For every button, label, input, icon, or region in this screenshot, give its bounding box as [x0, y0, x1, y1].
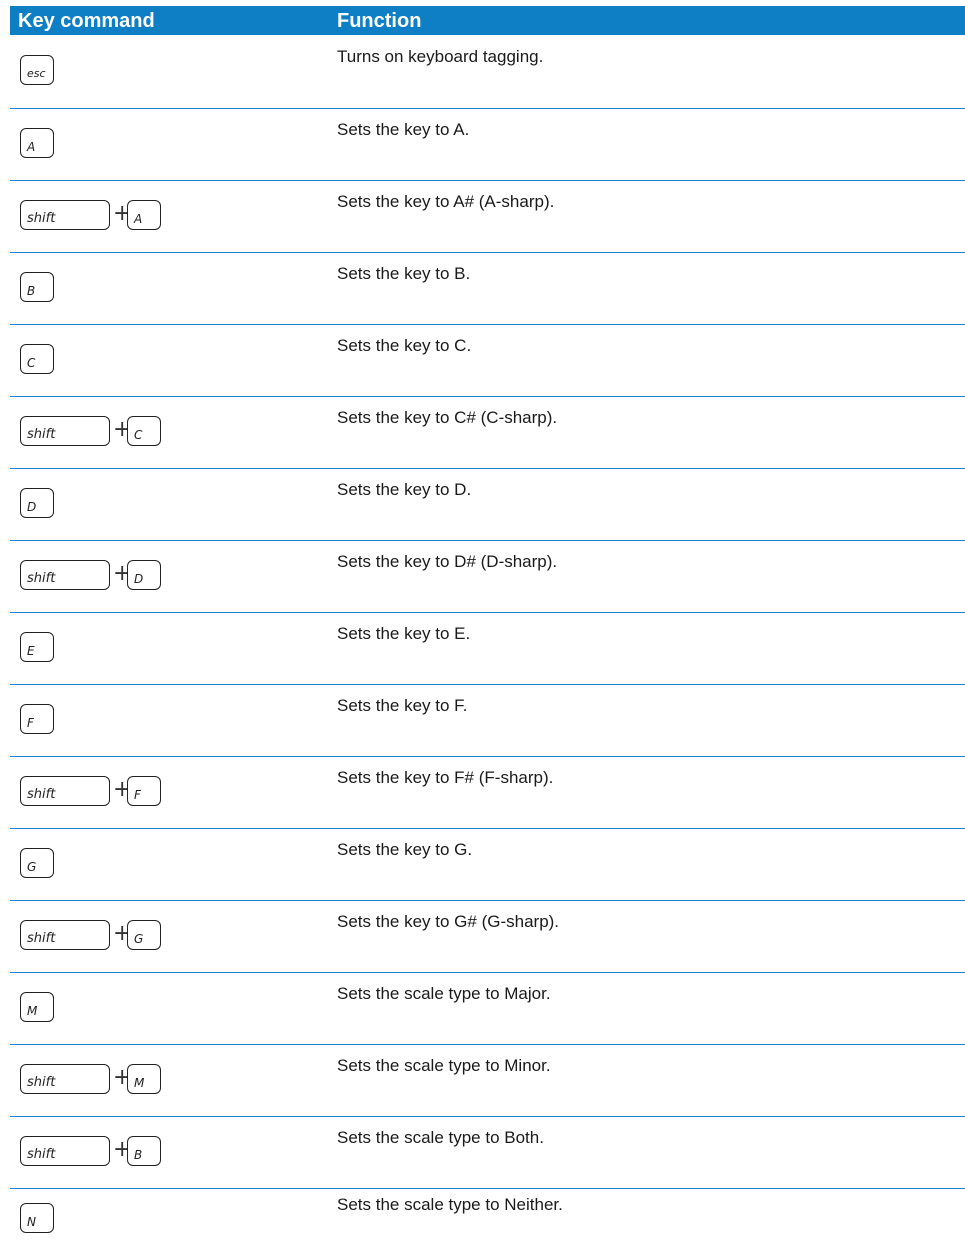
function-text: Sets the key to G# (G-sharp).: [337, 912, 560, 931]
key-label: B: [27, 284, 36, 298]
shift-key: shift: [20, 1136, 110, 1166]
a-key: A: [127, 200, 161, 230]
f-key: F: [20, 704, 54, 734]
table-row: shift + G Sets the key to G# (G-sharp).: [10, 901, 965, 972]
d-key: D: [20, 488, 54, 518]
key-label: shift: [27, 1075, 56, 1090]
function-text: Sets the scale type to Neither.: [337, 1195, 563, 1214]
function-text: Sets the scale type to Major.: [337, 984, 551, 1003]
key-label: F: [27, 716, 34, 730]
key-label: E: [27, 644, 35, 658]
c-key: C: [20, 344, 54, 374]
table-row: C Sets the key to C.: [10, 325, 965, 396]
function-text: Sets the scale type to Both.: [337, 1128, 544, 1147]
table-row: D Sets the key to D.: [10, 469, 965, 540]
table-row: shift + A Sets the key to A# (A-sharp).: [10, 181, 965, 252]
shift-key: shift: [20, 416, 110, 446]
key-label: shift: [27, 787, 56, 802]
key-label: shift: [27, 571, 56, 586]
d-key: D: [127, 560, 161, 590]
key-label: shift: [27, 1147, 56, 1162]
g-key: G: [127, 920, 161, 950]
function-text: Sets the key to B.: [337, 264, 471, 283]
table-row: B Sets the key to B.: [10, 253, 965, 324]
table-row: esc Turns on keyboard tagging.: [10, 36, 965, 107]
a-key: A: [20, 128, 54, 158]
key-label: A: [27, 140, 36, 154]
table-header: Key command Function: [10, 6, 965, 35]
table-row: G Sets the key to G.: [10, 829, 965, 900]
function-text: Turns on keyboard tagging.: [337, 47, 544, 66]
table-row: shift + D Sets the key to D# (D-sharp).: [10, 541, 965, 612]
key-label: G: [27, 860, 37, 874]
table-row: E Sets the key to E.: [10, 613, 965, 684]
table-row: N Sets the scale type to Neither.: [10, 1177, 965, 1248]
esc-key: esc: [20, 55, 54, 85]
key-label: M: [27, 1004, 38, 1018]
table-row: shift + M Sets the scale type to Minor.: [10, 1045, 965, 1116]
key-label: C: [134, 428, 143, 442]
table-row: shift + C Sets the key to C# (C-sharp).: [10, 397, 965, 468]
c-key: C: [127, 416, 161, 446]
header-function: Function: [337, 10, 422, 32]
key-label: C: [27, 356, 36, 370]
table-row: M Sets the scale type to Major.: [10, 973, 965, 1044]
shift-key: shift: [20, 1064, 110, 1094]
m-key: M: [127, 1064, 161, 1094]
function-text: Sets the key to F# (F-sharp).: [337, 768, 554, 787]
function-text: Sets the key to D.: [337, 480, 472, 499]
table-row: F Sets the key to F.: [10, 685, 965, 756]
function-text: Sets the key to E.: [337, 624, 471, 643]
function-text: Sets the scale type to Minor.: [337, 1056, 551, 1075]
key-label: N: [27, 1215, 36, 1229]
function-text: Sets the key to F.: [337, 696, 468, 715]
key-label: esc: [27, 67, 46, 80]
key-label: A: [134, 212, 143, 226]
function-text: Sets the key to C.: [337, 336, 472, 355]
g-key: G: [20, 848, 54, 878]
key-label: B: [134, 1148, 143, 1162]
key-label: shift: [27, 211, 56, 226]
b-key: B: [20, 272, 54, 302]
e-key: E: [20, 632, 54, 662]
function-text: Sets the key to A.: [337, 120, 470, 139]
table-row: shift + F Sets the key to F# (F-sharp).: [10, 757, 965, 828]
m-key: M: [20, 992, 54, 1022]
n-key: N: [20, 1203, 54, 1233]
function-text: Sets the key to C# (C-sharp).: [337, 408, 558, 427]
function-text: Sets the key to A# (A-sharp).: [337, 192, 555, 211]
shift-key: shift: [20, 200, 110, 230]
shift-key: shift: [20, 920, 110, 950]
key-label: shift: [27, 931, 56, 946]
key-label: shift: [27, 427, 56, 442]
shift-key: shift: [20, 560, 110, 590]
table-row: A Sets the key to A.: [10, 109, 965, 180]
key-label: D: [27, 500, 37, 514]
key-label: M: [134, 1076, 145, 1090]
function-text: Sets the key to G.: [337, 840, 473, 859]
f-key: F: [127, 776, 161, 806]
function-text: Sets the key to D# (D-sharp).: [337, 552, 558, 571]
b-key: B: [127, 1136, 161, 1166]
header-key-command: Key command: [18, 10, 155, 32]
key-label: D: [134, 572, 144, 586]
key-label: G: [134, 932, 144, 946]
key-label: F: [134, 788, 141, 802]
shift-key: shift: [20, 776, 110, 806]
